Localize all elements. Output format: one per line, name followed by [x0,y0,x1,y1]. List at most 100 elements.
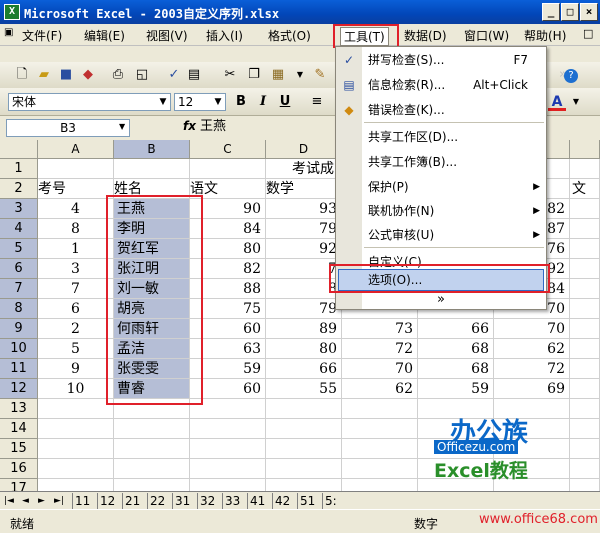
cell[interactable] [38,439,114,459]
formula-input[interactable]: 王燕 [200,119,226,137]
cell[interactable] [190,419,266,439]
column-header-a[interactable]: A [38,140,114,159]
cell[interactable] [570,479,600,491]
id-cell[interactable]: 3 [38,259,114,279]
font-name-combo[interactable]: 宋体 ▼ [8,93,171,111]
close-button[interactable]: × [580,3,598,21]
score-cell[interactable]: 62 [494,339,570,359]
id-cell[interactable]: 8 [38,219,114,239]
align-left-icon[interactable]: ≡ [308,93,326,111]
chevron-down-icon[interactable]: ▼ [211,94,225,110]
row-header[interactable]: 5 [0,239,38,259]
row-header[interactable]: 13 [0,399,38,419]
excel-app-icon[interactable]: X [4,4,20,20]
menu-item[interactable]: 联机协作(N) ▶ [336,199,546,223]
cell[interactable] [570,439,600,459]
row-header[interactable]: 1 [0,159,38,179]
cell[interactable] [38,159,114,179]
cell[interactable] [570,199,600,219]
sheet-tab[interactable]: 41 [247,493,265,509]
row-header[interactable]: 16 [0,459,38,479]
last-sheet-button[interactable]: ►| [54,493,64,509]
column-header-d[interactable]: D [266,140,342,159]
score-cell[interactable]: 70 [494,319,570,339]
column-header-h[interactable] [570,140,600,159]
cell[interactable] [342,479,418,491]
cell[interactable] [114,419,190,439]
id-cell[interactable]: 5 [38,339,114,359]
score-cell[interactable]: 59 [418,379,494,399]
chevron-down-icon[interactable]: ▼ [156,94,170,110]
row-header[interactable]: 3 [0,199,38,219]
menu-item[interactable]: ◆ 错误检查(K)... [336,98,546,122]
cell[interactable] [38,459,114,479]
sheet-tab[interactable]: 5: [322,493,337,509]
cell[interactable] [570,299,600,319]
name-box[interactable]: B3 [6,119,130,137]
row-header[interactable]: 8 [0,299,38,319]
cell[interactable] [570,379,600,399]
paste-icon[interactable]: ▦ [270,67,286,83]
sheet-tab[interactable]: 32 [197,493,215,509]
cell[interactable] [114,439,190,459]
column-header-b[interactable]: B [114,140,190,159]
cell[interactable] [114,459,190,479]
cell[interactable] [266,459,342,479]
cell[interactable] [266,479,342,491]
name-box-dropdown-icon[interactable]: ▼ [119,122,125,131]
score-cell[interactable]: 62 [342,379,418,399]
score-cell[interactable]: 92 [266,239,342,259]
menu-file[interactable]: 文件(F) [22,27,62,44]
row-header[interactable]: 6 [0,259,38,279]
sheet-tab[interactable]: 33 [222,493,240,509]
score-cell[interactable]: 79 [266,219,342,239]
score-cell[interactable]: 68 [418,339,494,359]
cell[interactable] [190,459,266,479]
menu-item[interactable]: ✓ 拼写检查(S)... F7 [336,48,546,72]
menu-item[interactable]: 保护(P) ▶ [336,175,546,199]
font-color-dropdown-icon[interactable]: ▼ [567,93,585,111]
score-cell[interactable]: 68 [418,359,494,379]
row-header[interactable]: 10 [0,339,38,359]
cell[interactable] [570,279,600,299]
cell[interactable] [266,439,342,459]
score-cell[interactable]: 66 [266,359,342,379]
cell[interactable] [266,399,342,419]
score-cell[interactable]: 55 [266,379,342,399]
next-sheet-button[interactable]: ► [38,493,45,509]
id-cell[interactable]: 10 [38,379,114,399]
cell[interactable] [570,399,600,419]
underline-button[interactable]: U [276,93,294,111]
maximize-button[interactable]: □ [561,3,579,21]
menu-item[interactable]: 公式审核(U) ▶ [336,223,546,247]
minimize-button[interactable]: _ [542,3,560,21]
bold-button[interactable]: B [232,93,250,111]
score-cell[interactable]: 93 [266,199,342,219]
select-all-corner[interactable] [0,140,38,159]
row-header[interactable]: 4 [0,219,38,239]
sheet-tab[interactable]: 11 [72,493,90,509]
score-cell[interactable]: 72 [342,339,418,359]
sheet-tab[interactable]: 42 [272,493,290,509]
cell[interactable] [38,479,114,491]
id-cell[interactable]: 6 [38,299,114,319]
score-cell[interactable]: 79 [266,299,342,319]
sheet-tab[interactable]: 51 [297,493,315,509]
title-cell[interactable]: 考试成 [266,159,342,179]
cell[interactable] [570,259,600,279]
menu-view[interactable]: 视图(V) [146,27,188,44]
cell[interactable] [570,319,600,339]
cell[interactable] [266,419,342,439]
menu-item[interactable]: ▤ 信息检索(R)... Alt+Click [336,73,546,97]
column-header-c[interactable]: C [190,140,266,159]
font-color-icon[interactable]: A [548,93,566,111]
cell[interactable] [190,479,266,491]
row-header[interactable]: 7 [0,279,38,299]
row-header[interactable]: 2 [0,179,38,199]
save-icon[interactable]: ■ [58,67,74,83]
print-icon[interactable]: ⎙ [110,67,126,83]
cell[interactable] [570,459,600,479]
menu-item[interactable]: 共享工作簿(B)... [336,150,546,174]
new-icon[interactable]: 🗋 [14,67,30,83]
header-cell[interactable]: 数学 [266,179,342,199]
